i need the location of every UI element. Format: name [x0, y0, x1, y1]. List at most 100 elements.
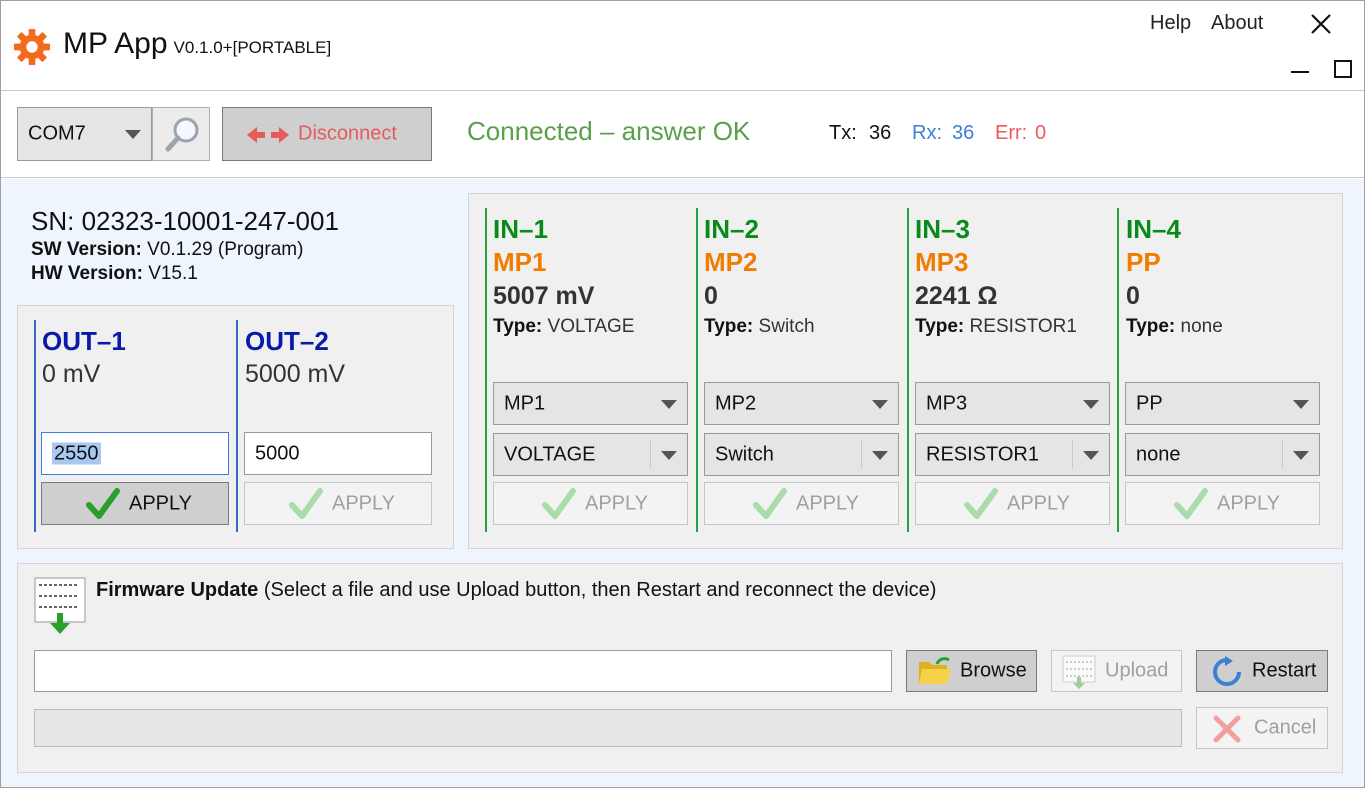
minimize-icon[interactable] [1291, 71, 1309, 73]
in-3-mode-select-value: MP3 [926, 392, 968, 414]
in-4-apply-label: APPLY [1217, 492, 1280, 514]
in-1-type-select-value: VOLTAGE [504, 443, 596, 465]
in-4-type-select-value: none [1136, 443, 1181, 465]
in-4-title: IN–4 [1126, 214, 1181, 244]
firmware-title: Firmware Update [96, 579, 259, 601]
checkmark-icon [1174, 488, 1208, 519]
upload-label: Upload [1105, 659, 1169, 682]
in-4-value: 0 [1126, 282, 1140, 310]
in-1-type-label: Type: [493, 316, 543, 337]
firmware-upload-icon [1062, 655, 1096, 689]
in-2-mode-select-value: MP2 [715, 392, 757, 414]
port-select[interactable]: COM7 [17, 107, 152, 161]
out-1-divider [34, 320, 36, 532]
browse-label: Browse [960, 659, 1027, 682]
in-3-mode: MP3 [915, 247, 969, 277]
in-2-apply-label: APPLY [796, 492, 859, 514]
in-4-divider [1117, 208, 1119, 532]
device-info: SN: 02323-10001-247-001 SW Version: V0.1… [31, 206, 339, 285]
serial-number: SN: 02323-10001-247-001 [31, 206, 339, 236]
out-1-title: OUT–1 [42, 326, 126, 356]
in-4-mode: PP [1126, 247, 1161, 277]
select-separator [861, 440, 862, 469]
firmware-binary-icon [34, 577, 86, 634]
firmware-progress-bar [34, 709, 1182, 747]
connection-status: Connected – answer OK [467, 116, 751, 146]
in-1-apply-label: APPLY [585, 492, 648, 514]
tx-value: 36 [869, 122, 892, 144]
in-1-type-select[interactable]: VOLTAGE [493, 433, 688, 476]
out-2-value: 5000 mV [245, 360, 346, 388]
in-2-apply-button[interactable]: APPLY [704, 482, 899, 525]
sw-version-value: V0.1.29 (Program) [147, 239, 304, 260]
out-1-input-value: 2550 [52, 442, 101, 464]
in-4-apply-button[interactable]: APPLY [1125, 482, 1320, 525]
hw-version-label: HW Version: [31, 263, 143, 284]
sw-version: SW Version: V0.1.29 (Program) [31, 239, 339, 261]
in-2-title: IN–2 [704, 214, 759, 244]
err-value: 0 [1035, 122, 1047, 144]
out-2-title: OUT–2 [245, 326, 329, 356]
app-version: V0.1.0+[PORTABLE] [173, 38, 332, 57]
upload-button[interactable]: Upload [1051, 650, 1182, 692]
disconnect-button[interactable]: Disconnect [222, 107, 432, 161]
in-1-title: IN–1 [493, 214, 548, 244]
select-separator [1072, 440, 1073, 469]
in-1-mode-select-value: MP1 [504, 392, 546, 414]
out-2-input[interactable]: 5000 [244, 432, 432, 475]
in-4-mode-select[interactable]: PP [1125, 382, 1320, 425]
folder-icon [919, 657, 951, 684]
out-1-input[interactable]: 2550 [41, 432, 229, 475]
chevron-down-icon [1083, 450, 1099, 460]
sw-version-label: SW Version: [31, 239, 142, 260]
menu-about[interactable]: About [1211, 12, 1263, 35]
in-3-type-select-value: RESISTOR1 [926, 443, 1039, 465]
in-1-divider [485, 208, 487, 532]
browse-button[interactable]: Browse [906, 650, 1037, 692]
restart-button[interactable]: Restart [1196, 650, 1328, 692]
in-1-mode: MP1 [493, 247, 547, 277]
in-3-type-select[interactable]: RESISTOR1 [915, 433, 1110, 476]
in-2-type-value: Switch [758, 316, 815, 337]
chevron-down-icon [1083, 399, 1099, 409]
cancel-button[interactable]: Cancel [1196, 707, 1328, 749]
port-value: COM7 [28, 122, 86, 145]
app-name: MP App [63, 27, 168, 60]
in-3-value: 2241 Ω [915, 282, 998, 310]
in-1-type-value: VOLTAGE [547, 316, 635, 337]
in-4-type-value: none [1180, 316, 1223, 337]
in-4-type-label: Type: [1126, 316, 1176, 337]
firmware-file-path-input[interactable] [34, 650, 892, 692]
maximize-icon[interactable] [1334, 60, 1352, 78]
in-3-apply-button[interactable]: APPLY [915, 482, 1110, 525]
in-1-apply-button[interactable]: APPLY [493, 482, 688, 525]
checkmark-icon [542, 488, 576, 519]
gear-icon [13, 28, 51, 66]
in-1-mode-select[interactable]: MP1 [493, 382, 688, 425]
close-icon[interactable] [1308, 11, 1334, 37]
out-2-apply-button[interactable]: APPLY [244, 482, 432, 525]
in-2-type-label: Type: [704, 316, 754, 337]
in-2-type: Type: Switch [704, 316, 815, 338]
restart-label: Restart [1252, 659, 1317, 682]
select-separator [650, 440, 651, 469]
in-2-type-select[interactable]: Switch [704, 433, 899, 476]
menu-help[interactable]: Help [1150, 12, 1191, 35]
in-4-type-select[interactable]: none [1125, 433, 1320, 476]
in-2-type-select-value: Switch [715, 443, 774, 465]
in-4-type: Type: none [1126, 316, 1223, 338]
tx-label: Tx: [829, 122, 857, 144]
checkmark-icon [289, 488, 323, 519]
chevron-down-icon [872, 399, 888, 409]
firmware-hint: (Select a file and use Upload button, th… [263, 579, 937, 601]
chevron-down-icon [661, 399, 677, 409]
in-1-value: 5007 mV [493, 282, 595, 310]
in-2-value: 0 [704, 282, 718, 310]
in-2-mode-select[interactable]: MP2 [704, 382, 899, 425]
scan-ports-button[interactable] [152, 107, 210, 161]
rx-label: Rx: [912, 122, 942, 144]
in-3-mode-select[interactable]: MP3 [915, 382, 1110, 425]
out-1-apply-button[interactable]: APPLY [41, 482, 229, 525]
out-2-apply-label: APPLY [332, 492, 395, 514]
firmware-heading: Firmware Update (Select a file and use U… [96, 579, 936, 602]
